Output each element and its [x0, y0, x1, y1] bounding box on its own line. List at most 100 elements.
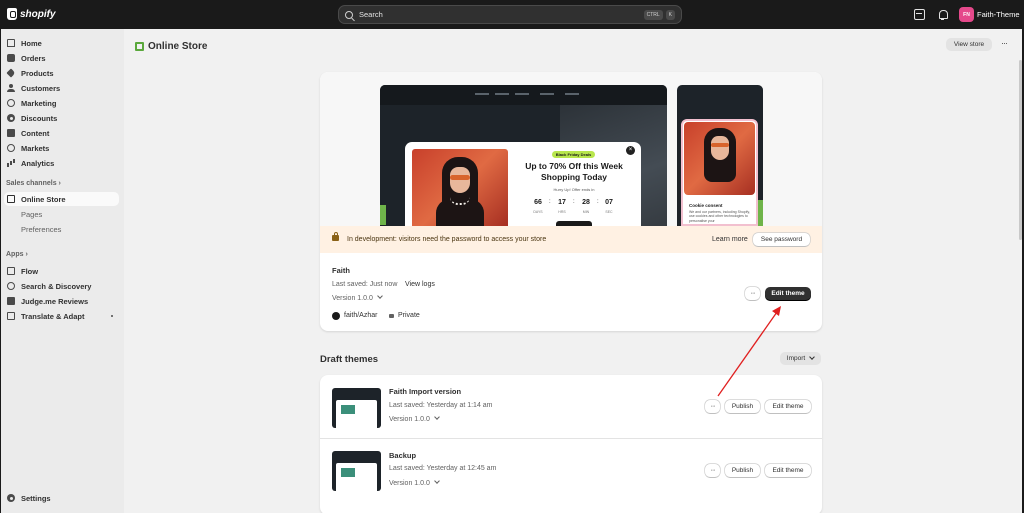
sidebar-item-products[interactable]: Products: [4, 66, 119, 80]
sidebar-item-marketing[interactable]: Marketing: [4, 96, 119, 110]
sidebar-item-label: Analytics: [21, 158, 55, 168]
search-discovery-icon: [7, 282, 15, 290]
sidebar-app-judgeme[interactable]: Judge.me Reviews: [4, 294, 119, 308]
banner-text: In development: visitors need the passwo…: [347, 236, 547, 243]
mobile-model-image: [684, 122, 755, 195]
sidebar-item-label: Content: [21, 128, 50, 138]
sidebar-item-discounts[interactable]: Discounts: [4, 111, 119, 125]
sidebar-item-label: Customers: [21, 83, 61, 93]
person-icon: [7, 84, 15, 92]
repo-name[interactable]: faith/Azhar: [344, 312, 377, 319]
store-icon[interactable]: [914, 9, 925, 20]
countdown-days: 66: [534, 199, 542, 206]
avatar[interactable]: FN: [959, 7, 974, 22]
draft-version[interactable]: Version 1.0.0: [389, 414, 440, 423]
countdown-minutes-label: MIN: [582, 210, 590, 214]
sidebar-item-label: Markets: [21, 143, 50, 153]
search-shortcut: CTRL K: [643, 9, 675, 20]
draft-edit-theme-button[interactable]: Edit theme: [765, 400, 811, 413]
sidebar-item-markets[interactable]: Markets: [4, 141, 119, 155]
page-scrollbar[interactable]: [1019, 60, 1022, 240]
cookie-text: We and our partners, including Shopify, …: [689, 210, 750, 223]
draft-version[interactable]: Version 1.0.0: [389, 478, 440, 487]
more-icon: ···: [710, 467, 716, 474]
import-button[interactable]: Import: [780, 352, 821, 365]
sidebar-item-analytics[interactable]: Analytics: [4, 156, 119, 170]
draft-name: Faith Import version: [389, 387, 462, 396]
chevron-down-icon: [434, 414, 440, 420]
draft-edit-theme-button[interactable]: Edit theme: [765, 464, 811, 477]
cookie-title: Cookie consent: [689, 203, 723, 208]
see-password-button[interactable]: See password: [753, 233, 810, 246]
edit-theme-button[interactable]: Edit theme: [765, 287, 811, 300]
more-icon: ···: [710, 403, 716, 410]
sidebar-item-label: Products: [21, 68, 54, 78]
live-theme-more-button[interactable]: ···: [745, 287, 760, 300]
brand-name: shopify: [20, 8, 56, 20]
version-text: Version 1.0.0: [389, 416, 430, 423]
view-logs-link[interactable]: View logs: [405, 281, 435, 288]
sidebar-item-label: Online Store: [21, 194, 66, 204]
promo-headline: Up to 70% Off this Week Shopping Today: [525, 161, 623, 182]
countdown-days-label: DAYS: [533, 210, 543, 214]
shopify-logo[interactable]: shopify: [7, 8, 56, 20]
publish-button[interactable]: Publish: [725, 400, 760, 413]
sidebar-app-search-discovery[interactable]: Search & Discovery: [4, 279, 119, 293]
sidebar-item-label: Home: [21, 38, 42, 48]
online-store-icon: [135, 42, 144, 51]
draft-thumbnail[interactable]: [332, 451, 381, 491]
live-theme-version[interactable]: Version 1.0.0: [332, 293, 383, 302]
sidebar-item-label: Orders: [21, 53, 46, 63]
sidebar-sub-pages[interactable]: Pages: [21, 210, 42, 219]
sidebar-item-customers[interactable]: Customers: [4, 81, 119, 95]
countdown-hours: 17: [558, 199, 566, 206]
sidebar-item-online-store[interactable]: Online Store: [4, 192, 119, 206]
sidebar-item-home[interactable]: Home: [4, 36, 119, 50]
bar-chart-icon: [7, 159, 15, 167]
sidebar-item-settings[interactable]: Settings: [4, 491, 119, 505]
draft-thumbnail[interactable]: [332, 388, 381, 428]
sidebar-item-label: Flow: [21, 266, 39, 276]
import-label: Import: [786, 355, 806, 362]
sales-channels-text: Sales channels: [6, 180, 57, 187]
view-store-button[interactable]: View store: [946, 38, 992, 51]
learn-more-link[interactable]: Learn more: [712, 236, 748, 243]
draft-last-saved: Last saved: Yesterday at 12:45 am: [389, 465, 497, 472]
apps-label[interactable]: Apps ›: [6, 251, 28, 258]
draft-more-button[interactable]: ···: [705, 464, 720, 477]
bell-icon[interactable]: [937, 9, 948, 20]
github-icon: [332, 312, 340, 320]
countdown-separator: :: [597, 199, 599, 205]
visibility-label: Private: [398, 312, 420, 319]
account-name[interactable]: Faith-Theme: [977, 10, 1020, 19]
sidebar-item-orders[interactable]: Orders: [4, 51, 119, 65]
draft-more-button[interactable]: ···: [705, 400, 720, 413]
sidebar-sub-preferences[interactable]: Preferences: [21, 225, 61, 234]
publish-button[interactable]: Publish: [725, 464, 760, 477]
preview-nav: [380, 85, 667, 105]
search-placeholder: Search: [359, 10, 383, 19]
draft-themes-title: Draft themes: [320, 354, 379, 365]
sidebar-app-flow[interactable]: Flow: [4, 264, 119, 278]
live-theme-name: Faith: [332, 266, 350, 275]
more-actions-icon[interactable]: ···: [1001, 38, 1008, 48]
sidebar: Home Orders Products Customers Marketing…: [1, 29, 124, 513]
judgeme-icon: [7, 297, 15, 305]
search-input[interactable]: Search CTRL K: [338, 5, 682, 24]
folder-icon: [7, 129, 15, 137]
sales-channels-label[interactable]: Sales channels ›: [6, 180, 61, 187]
page-title: Online Store: [135, 41, 207, 52]
countdown-hours-label: HRS: [558, 210, 566, 214]
tag-icon: [6, 68, 16, 78]
countdown-separator: :: [573, 199, 575, 205]
lock-icon: [332, 232, 339, 241]
sidebar-app-translate[interactable]: Translate & Adapt: [4, 309, 119, 323]
lock-icon: [389, 314, 394, 318]
more-icon: ···: [750, 290, 756, 297]
flow-icon: [7, 267, 15, 275]
model-image: [412, 149, 508, 226]
home-icon: [7, 39, 15, 47]
sidebar-item-content[interactable]: Content: [4, 126, 119, 140]
countdown-seconds: 07: [605, 199, 613, 206]
gear-icon: [7, 494, 15, 502]
